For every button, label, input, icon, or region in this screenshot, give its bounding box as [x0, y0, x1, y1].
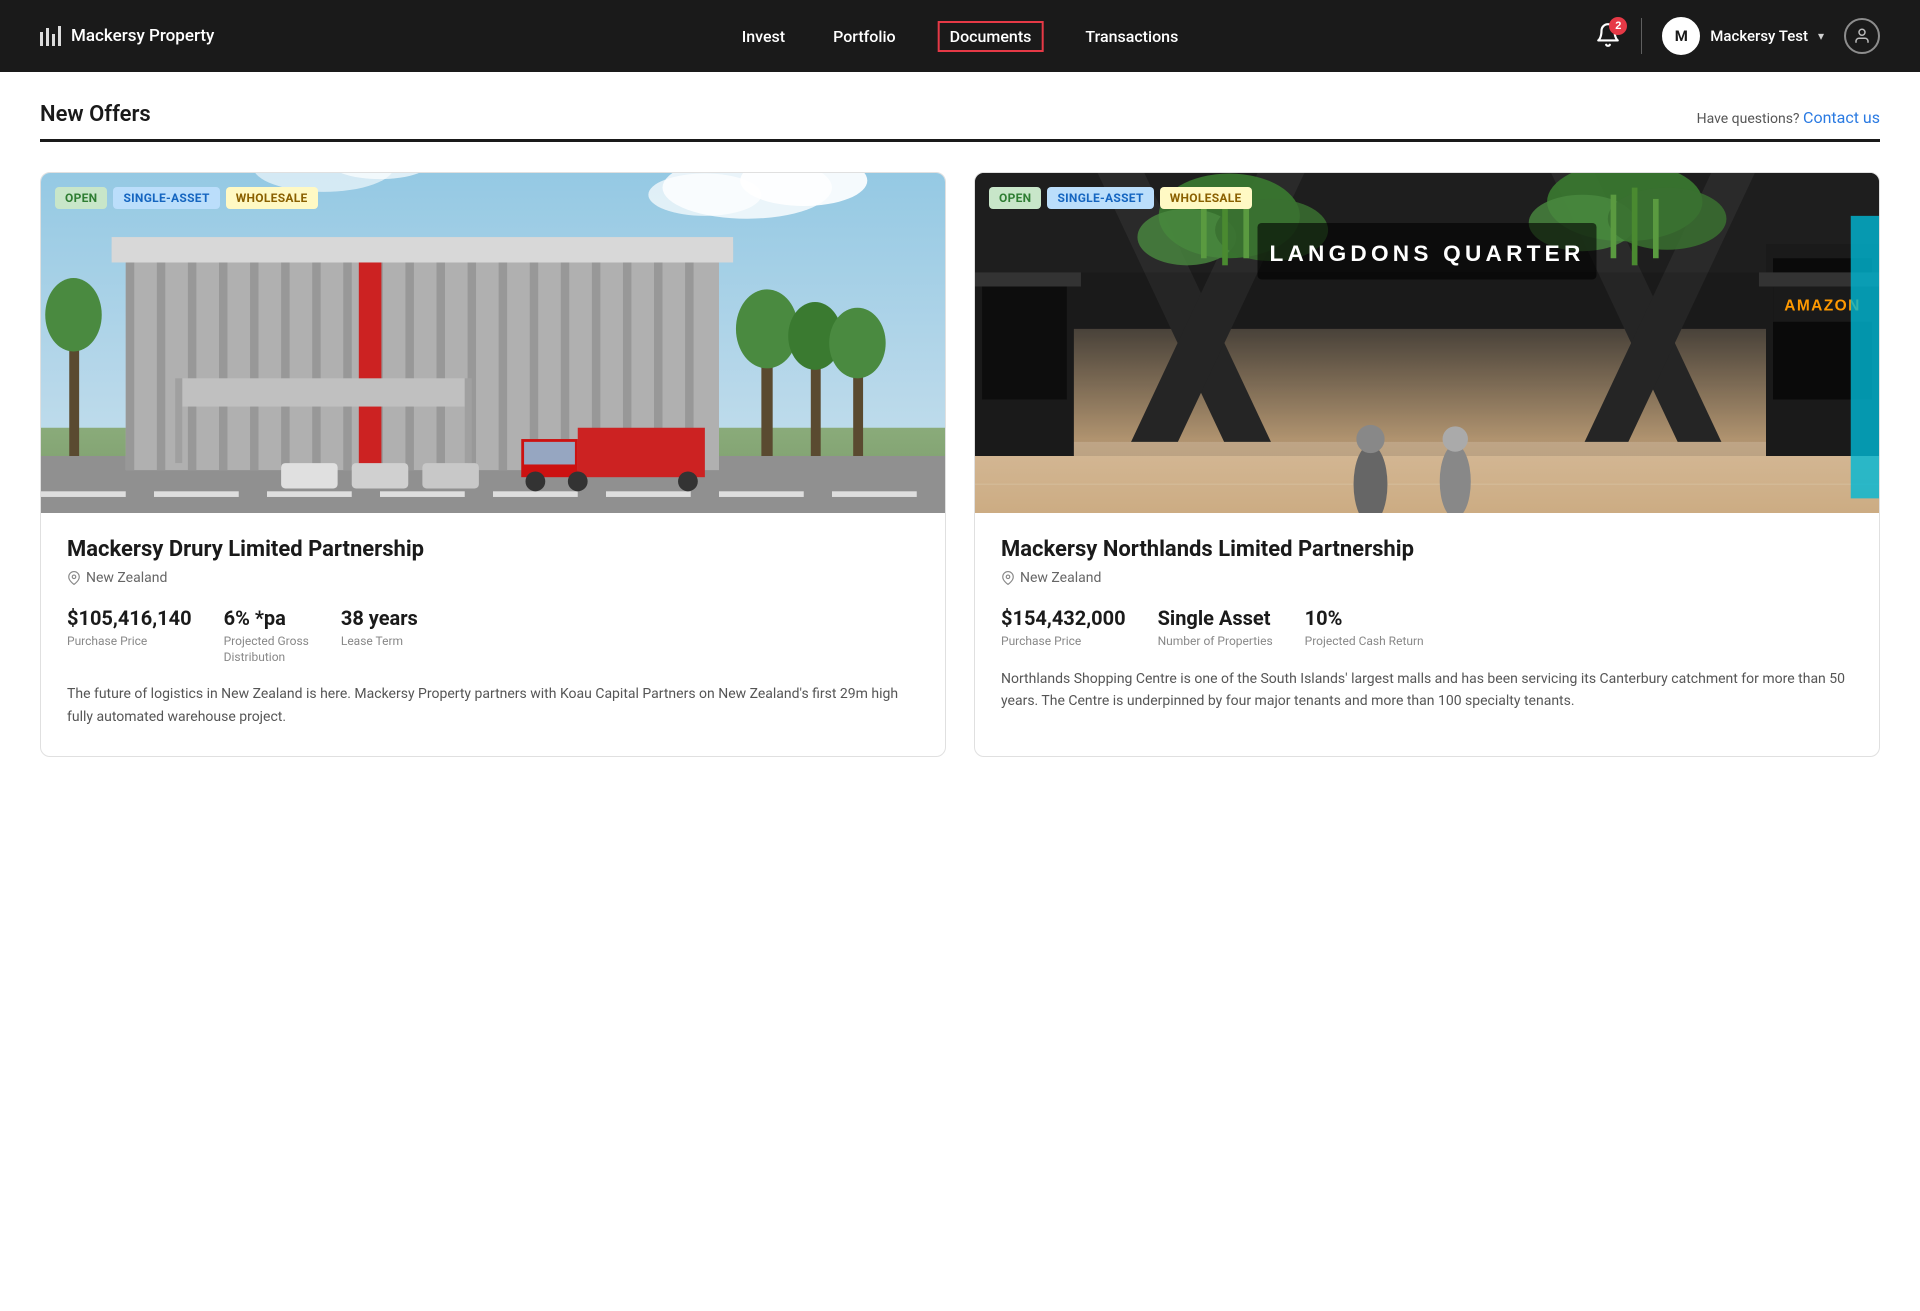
offers-grid: OPEN SINGLE-ASSET WHOLESALE: [40, 172, 1880, 797]
location-icon-drury: [67, 571, 81, 585]
nav-documents[interactable]: Documents: [938, 21, 1044, 52]
card-badges-drury: OPEN SINGLE-ASSET WHOLESALE: [55, 187, 318, 209]
contact-question: Have questions?: [1697, 111, 1803, 127]
card-description-northlands: Northlands Shopping Centre is one of the…: [1001, 668, 1853, 713]
stat-label-purchase: Purchase Price: [67, 634, 192, 650]
svg-text:AMAZON: AMAZON: [1784, 298, 1861, 315]
stat-purchase-price-drury: $105,416,140 Purchase Price: [67, 606, 192, 665]
stat-value-properties-n: Single Asset: [1158, 606, 1273, 630]
badge-open-2: OPEN: [989, 187, 1041, 209]
card-location-northlands: New Zealand: [1001, 570, 1853, 586]
stat-cash-return-northlands: 10% Projected Cash Return: [1305, 606, 1424, 650]
card-stats-drury: $105,416,140 Purchase Price 6% *pa Proje…: [67, 606, 919, 665]
stat-label-purchase-n: Purchase Price: [1001, 634, 1126, 650]
logo-icon: [40, 26, 61, 46]
navbar: Mackersy Property Invest Portfolio Docum…: [0, 0, 1920, 72]
badge-single-asset-2: SINGLE-ASSET: [1047, 187, 1153, 209]
logo-text: Mackersy Property: [71, 26, 214, 46]
warehouse-illustration: [41, 173, 945, 513]
notifications-button[interactable]: 2: [1595, 22, 1621, 51]
main-content: New Offers Have questions? Contact us OP…: [0, 72, 1920, 1311]
badge-wholesale-2: WHOLESALE: [1160, 187, 1252, 209]
badge-open: OPEN: [55, 187, 107, 209]
nav-transactions[interactable]: Transactions: [1079, 23, 1184, 50]
offer-card-northlands[interactable]: OPEN SINGLE-ASSET WHOLESALE: [974, 172, 1880, 757]
stat-purchase-price-northlands: $154,432,000 Purchase Price: [1001, 606, 1126, 650]
notification-badge: 2: [1609, 17, 1627, 35]
user-avatar: M: [1662, 17, 1700, 55]
stat-label-distribution: Projected Gross Distribution: [224, 634, 309, 665]
contact-area: Have questions? Contact us: [1697, 108, 1880, 127]
card-stats-northlands: $154,432,000 Purchase Price Single Asset…: [1001, 606, 1853, 650]
main-nav: Invest Portfolio Documents Transactions: [736, 21, 1185, 52]
stat-value-distribution: 6% *pa: [224, 606, 309, 630]
location-icon-northlands: [1001, 571, 1015, 585]
card-title-northlands: Mackersy Northlands Limited Partnership: [1001, 537, 1853, 562]
card-description-drury: The future of logistics in New Zealand i…: [67, 683, 919, 728]
nav-portfolio[interactable]: Portfolio: [827, 23, 902, 50]
chevron-down-icon: ▾: [1818, 29, 1824, 43]
user-name: Mackersy Test: [1710, 27, 1808, 45]
nav-invest[interactable]: Invest: [736, 23, 791, 50]
contact-link[interactable]: Contact us: [1803, 108, 1880, 127]
mall-illustration: AMAZON LANGDONS QUARTER: [975, 173, 1879, 513]
card-title-drury: Mackersy Drury Limited Partnership: [67, 537, 919, 562]
stat-label-cash-return: Projected Cash Return: [1305, 634, 1424, 650]
location-text-northlands: New Zealand: [1020, 570, 1101, 586]
svg-text:LANGDONS QUARTER: LANGDONS QUARTER: [1269, 241, 1584, 266]
stat-label-lease: Lease Term: [341, 634, 418, 650]
stat-value-purchase-n: $154,432,000: [1001, 606, 1126, 630]
page-title: New Offers: [40, 102, 151, 127]
person-icon: [1853, 27, 1871, 45]
stat-num-properties-northlands: Single Asset Number of Properties: [1158, 606, 1273, 650]
stat-distribution-drury: 6% *pa Projected Gross Distribution: [224, 606, 309, 665]
stat-lease-term-drury: 38 years Lease Term: [341, 606, 418, 665]
stat-value-purchase: $105,416,140: [67, 606, 192, 630]
card-body-drury: Mackersy Drury Limited Partnership New Z…: [41, 513, 945, 756]
card-body-northlands: Mackersy Northlands Limited Partnership …: [975, 513, 1879, 740]
profile-icon-button[interactable]: [1844, 18, 1880, 54]
location-text-drury: New Zealand: [86, 570, 167, 586]
card-badges-northlands: OPEN SINGLE-ASSET WHOLESALE: [989, 187, 1252, 209]
card-image-northlands: OPEN SINGLE-ASSET WHOLESALE: [975, 173, 1879, 513]
user-menu[interactable]: M Mackersy Test ▾: [1662, 17, 1824, 55]
stat-value-cash-return: 10%: [1305, 606, 1424, 630]
card-location-drury: New Zealand: [67, 570, 919, 586]
card-image-drury: OPEN SINGLE-ASSET WHOLESALE: [41, 173, 945, 513]
page-header: New Offers Have questions? Contact us: [40, 72, 1880, 142]
nav-divider: [1641, 18, 1642, 54]
offer-card-drury[interactable]: OPEN SINGLE-ASSET WHOLESALE: [40, 172, 946, 757]
stat-value-lease: 38 years: [341, 606, 418, 630]
navbar-right: 2 M Mackersy Test ▾: [1595, 17, 1880, 55]
badge-single-asset: SINGLE-ASSET: [113, 187, 219, 209]
stat-label-properties-n: Number of Properties: [1158, 634, 1273, 650]
badge-wholesale: WHOLESALE: [226, 187, 318, 209]
